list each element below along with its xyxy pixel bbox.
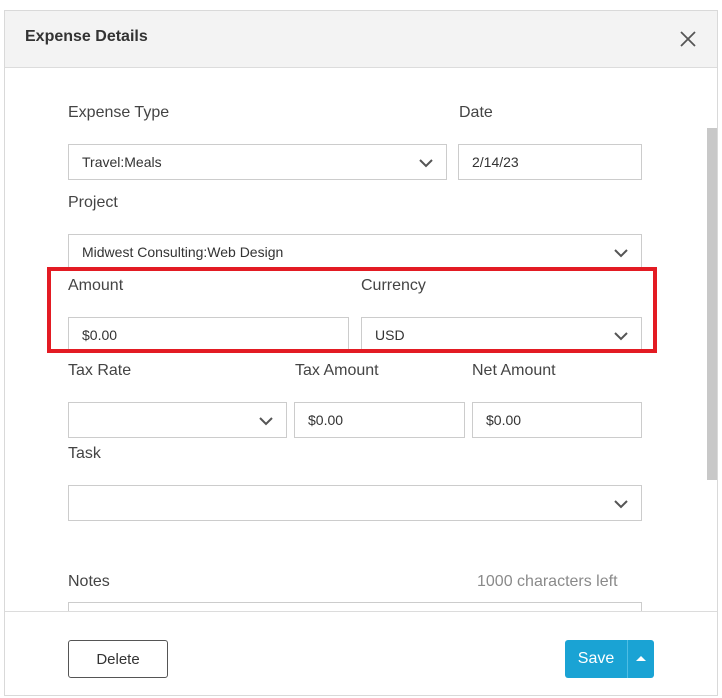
amount-value: $0.00 <box>82 327 118 343</box>
scrollbar-track[interactable] <box>707 98 717 611</box>
save-button[interactable]: Save <box>565 640 627 678</box>
close-button[interactable] <box>677 28 699 50</box>
date-label: Date <box>459 104 493 121</box>
tax-rate-select[interactable] <box>68 402 287 438</box>
net-amount-field[interactable]: $0.00 <box>472 402 642 438</box>
amount-field[interactable]: $0.00 <box>68 317 349 353</box>
net-amount-label: Net Amount <box>472 362 556 379</box>
currency-select[interactable]: USD <box>361 317 642 353</box>
notes-character-counter: 1000 characters left <box>477 573 618 590</box>
date-value: 2/14/23 <box>472 154 519 170</box>
expense-type-value: Travel:Meals <box>82 154 162 170</box>
dialog-title: Expense Details <box>25 28 148 45</box>
amount-label: Amount <box>68 277 124 294</box>
task-select[interactable] <box>68 485 642 521</box>
notes-label: Notes <box>68 573 110 590</box>
expense-type-label: Expense Type <box>68 104 170 121</box>
task-label: Task <box>68 445 101 462</box>
close-icon <box>680 31 696 47</box>
project-label: Project <box>68 194 118 211</box>
project-value: Midwest Consulting:Web Design <box>82 244 284 260</box>
chevron-down-icon <box>614 500 628 509</box>
dialog-footer: Delete Save <box>5 611 717 695</box>
currency-value: USD <box>375 327 405 343</box>
date-field[interactable]: 2/14/23 <box>458 144 642 180</box>
expense-details-dialog: Expense Details Expense Type Travel:Meal… <box>4 10 718 696</box>
project-select[interactable]: Midwest Consulting:Web Design <box>68 234 642 270</box>
chevron-down-icon <box>614 249 628 258</box>
tax-amount-value: $0.00 <box>308 412 344 428</box>
currency-label: Currency <box>361 277 426 294</box>
net-amount-value: $0.00 <box>486 412 522 428</box>
notes-textarea[interactable] <box>68 602 642 611</box>
chevron-down-icon <box>259 417 273 426</box>
chevron-down-icon <box>419 159 433 168</box>
dialog-header: Expense Details <box>5 11 717 68</box>
tax-amount-field[interactable]: $0.00 <box>294 402 465 438</box>
delete-button[interactable]: Delete <box>68 640 168 678</box>
dialog-body: Expense Type Travel:Meals Date 2/14/23 P… <box>5 68 717 611</box>
tax-amount-label: Tax Amount <box>295 362 379 379</box>
tax-rate-label: Tax Rate <box>68 362 132 379</box>
chevron-down-icon <box>614 332 628 341</box>
save-options-toggle[interactable] <box>627 640 654 678</box>
caret-up-icon <box>636 656 646 661</box>
expense-type-select[interactable]: Travel:Meals <box>68 144 447 180</box>
scrollbar-thumb[interactable] <box>707 128 717 480</box>
